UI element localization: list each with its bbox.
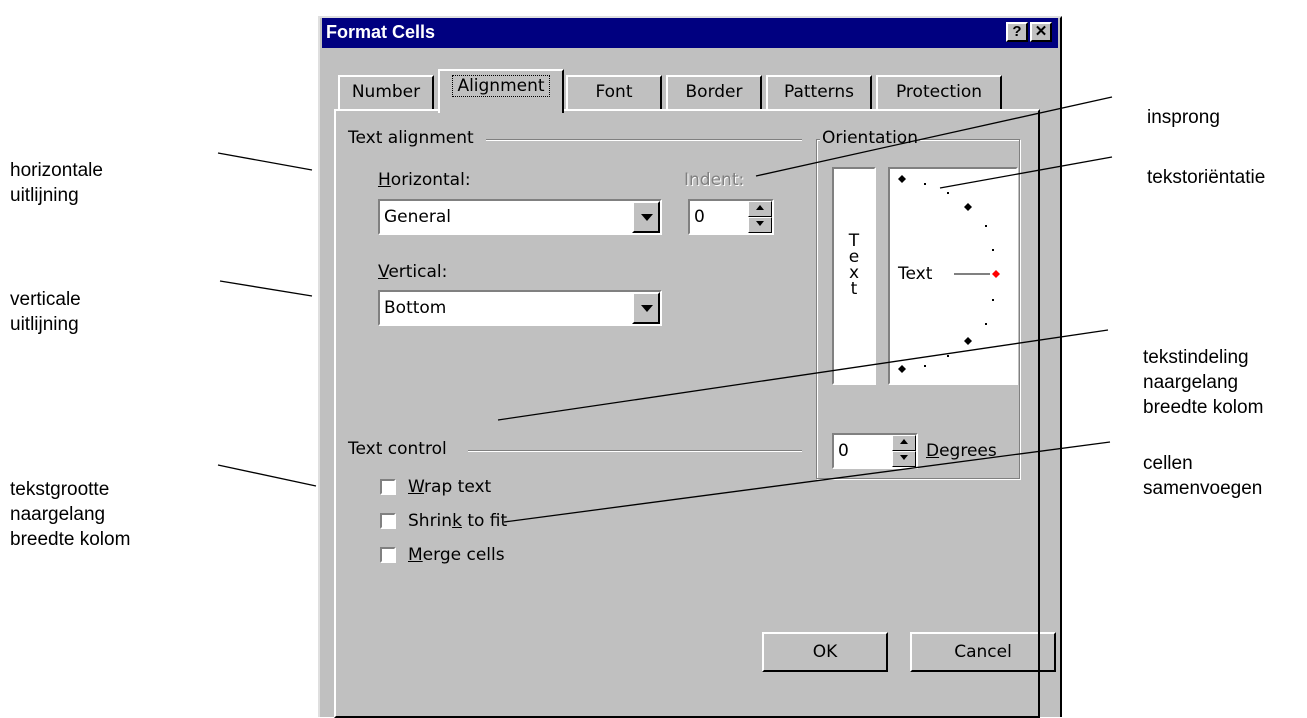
group-divider <box>468 450 802 452</box>
dial-dots <box>924 183 994 367</box>
group-divider <box>486 139 802 141</box>
wrap-text-checkbox[interactable] <box>380 479 396 495</box>
spin-up-icon[interactable] <box>748 201 772 217</box>
annotation-horizontal-alignment: horizontale uitlijning <box>10 160 103 206</box>
text-control-group-label: Text control <box>348 439 447 459</box>
vertical-char-t2: t <box>850 279 858 299</box>
spin-down-icon[interactable] <box>748 217 772 233</box>
annotation-merge-cells: cellen samenvoegen <box>1143 453 1263 499</box>
leader-shrink <box>217 464 317 487</box>
indent-spinner[interactable]: 0 <box>688 199 774 235</box>
leader-horizontal <box>217 152 313 171</box>
indent-value: 0 <box>694 207 705 227</box>
horizontal-value: General <box>384 207 451 227</box>
annotation-indent: insprong <box>1147 107 1220 128</box>
degrees-value: 0 <box>838 441 849 461</box>
dial-marker-45 <box>964 203 972 211</box>
chevron-down-icon[interactable] <box>632 201 660 233</box>
horizontal-select[interactable]: General <box>378 199 662 235</box>
horizontal-label: Horizontal: <box>378 170 471 190</box>
dial-marker-90 <box>898 175 906 183</box>
vertical-text-sample: Text <box>834 233 874 299</box>
dialog-title: Format Cells <box>326 22 436 42</box>
alignment-panel: Text alignment Horizontal: General Inden… <box>334 109 1040 718</box>
tab-number[interactable]: Number <box>338 75 434 111</box>
tab-alignment[interactable]: Alignment <box>438 69 564 113</box>
annotation-orientation: tekstoriëntatie <box>1147 167 1266 188</box>
degrees-spinner[interactable]: 0 <box>832 433 918 469</box>
spinner-arrows[interactable] <box>892 435 916 467</box>
vertical-value: Bottom <box>384 298 447 318</box>
indent-label: Indent: <box>684 170 745 190</box>
spinner-arrows[interactable] <box>748 201 772 233</box>
vertical-text-orientation[interactable]: Text <box>832 167 876 385</box>
orientation-dial[interactable]: Text <box>888 167 1018 385</box>
shrink-to-fit-checkbox[interactable] <box>380 513 396 529</box>
spin-up-icon[interactable] <box>892 435 916 451</box>
title-bar: Format Cells ? ✕ <box>322 18 1058 48</box>
annotation-vertical-alignment: verticale uitlijning <box>10 289 81 335</box>
spin-down-icon[interactable] <box>892 451 916 467</box>
annotation-shrink-to-fit: tekstgrootte naargelang breedte kolom <box>10 479 131 550</box>
vertical-select[interactable]: Bottom <box>378 290 662 326</box>
tab-border[interactable]: Border <box>666 75 762 111</box>
chevron-down-icon[interactable] <box>632 292 660 324</box>
tab-font[interactable]: Font <box>566 75 662 111</box>
text-alignment-group-label: Text alignment <box>348 128 474 148</box>
leader-vertical <box>219 280 313 297</box>
wrap-text-label[interactable]: Wrap text <box>408 477 491 497</box>
orientation-group-label: Orientation <box>820 128 920 148</box>
format-cells-dialog: Format Cells ? ✕ Number Alignment Font B… <box>318 16 1062 718</box>
dial-marker-minus90 <box>898 365 906 373</box>
horizontal-label-text: orizontal: <box>390 170 471 190</box>
dial-text-sample: Text <box>898 264 933 284</box>
help-button[interactable]: ? <box>1006 22 1028 42</box>
close-button[interactable]: ✕ <box>1030 22 1052 42</box>
vertical-label: Vertical: <box>378 262 448 282</box>
annotation-wrap-text: tekstindeling naargelang breedte kolom <box>1143 347 1264 418</box>
merge-cells-label[interactable]: Merge cells <box>408 545 505 565</box>
merge-cells-checkbox[interactable] <box>380 547 396 563</box>
dial-marker-active <box>992 270 1000 278</box>
tab-protection[interactable]: Protection <box>876 75 1002 111</box>
degrees-label: Degrees <box>926 441 997 461</box>
dial-marker-minus45 <box>964 337 972 345</box>
tab-alignment-label: Alignment <box>452 75 550 97</box>
tab-patterns[interactable]: Patterns <box>766 75 872 111</box>
shrink-to-fit-label[interactable]: Shrink to fit <box>408 511 507 531</box>
